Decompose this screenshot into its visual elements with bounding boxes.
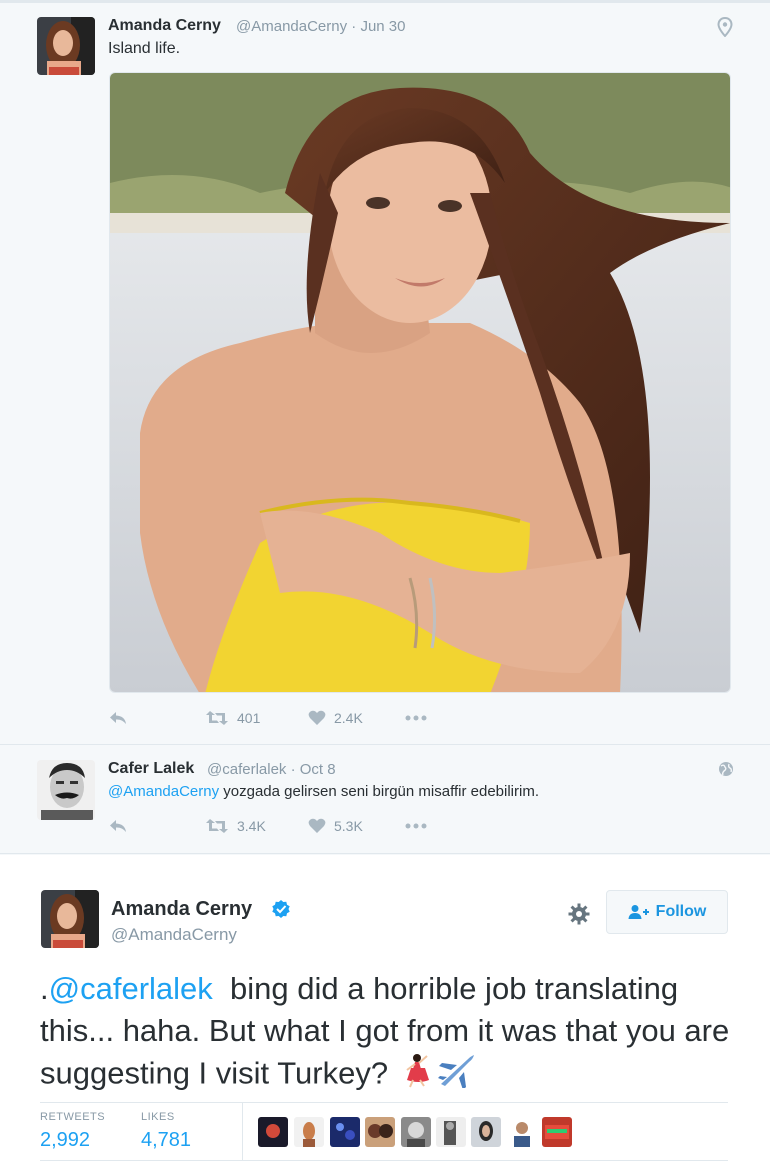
retweet-icon: [206, 711, 228, 725]
follow-person-icon: [628, 905, 649, 919]
location-pin-icon[interactable]: [717, 16, 733, 38]
tweet-cafer-reply[interactable]: Cafer Lalek @caferlalek · Oct 8 @AmandaC…: [0, 746, 770, 854]
liker-avatar[interactable]: [294, 1117, 324, 1147]
tweet-text-prefix: .: [40, 971, 49, 1006]
tweet-main-amanda[interactable]: Amanda Cerny @AmandaCerny Follow .@cafer…: [0, 855, 770, 1171]
mention-link[interactable]: @AmandaCerny: [108, 783, 219, 800]
stats-divider-vertical: [242, 1102, 243, 1160]
retweet-button[interactable]: 401: [205, 710, 260, 726]
stats-divider-top: [40, 1102, 728, 1103]
airplane-emoji-icon: [437, 1052, 477, 1099]
liker-avatar[interactable]: [542, 1117, 572, 1147]
like-button[interactable]: 5.3K: [308, 818, 363, 834]
reply-button[interactable]: [108, 710, 128, 726]
author-handle-date[interactable]: @AmandaCerny · Jun 30: [236, 18, 405, 35]
liker-avatar[interactable]: [401, 1117, 431, 1147]
retweet-icon: [206, 819, 228, 833]
heart-icon: [308, 818, 326, 833]
author-handle[interactable]: @AmandaCerny: [111, 925, 237, 945]
dancer-emoji-icon: [397, 1052, 433, 1099]
heart-icon: [308, 710, 326, 725]
follow-button[interactable]: Follow: [606, 890, 728, 934]
avatar[interactable]: [37, 760, 95, 820]
retweets-label: RETWEETS: [40, 1111, 106, 1123]
author-name[interactable]: Amanda Cerny: [111, 898, 252, 921]
verified-badge-icon: [271, 899, 291, 919]
retweet-count: 3.4K: [237, 818, 266, 834]
reply-icon: [110, 820, 126, 832]
liker-avatar[interactable]: [507, 1117, 537, 1147]
liker-avatar[interactable]: [330, 1117, 360, 1147]
reply-button[interactable]: [108, 818, 128, 834]
tweet-text-body: yozgada gelirsen seni birgün misaffir ed…: [219, 783, 539, 800]
liker-avatar[interactable]: [258, 1117, 288, 1147]
more-dots-icon: [405, 823, 427, 829]
reply-icon: [110, 712, 126, 724]
like-button[interactable]: 2.4K: [308, 710, 363, 726]
tweet-text: .@caferlalek bing did a horrible job tra…: [40, 968, 740, 1099]
liker-avatar[interactable]: [471, 1117, 501, 1147]
gear-icon[interactable]: [567, 902, 591, 926]
more-button[interactable]: [404, 710, 428, 726]
tweet-text: Island life.: [108, 40, 181, 57]
liker-avatar[interactable]: [436, 1117, 466, 1147]
like-count: 2.4K: [334, 710, 363, 726]
author-name[interactable]: Amanda Cerny: [108, 17, 221, 35]
more-button[interactable]: [404, 818, 428, 834]
follow-label: Follow: [655, 903, 707, 920]
tweet-amanda-island-life[interactable]: Amanda Cerny @AmandaCerny · Jun 30 Islan…: [0, 3, 770, 745]
retweet-button[interactable]: 3.4K: [205, 818, 266, 834]
more-dots-icon: [405, 715, 427, 721]
author-name[interactable]: Cafer Lalek: [108, 760, 194, 778]
likes-label: LIKES: [141, 1111, 175, 1123]
liker-avatar[interactable]: [365, 1117, 395, 1147]
tweet-text: @AmandaCerny yozgada gelirsen seni birgü…: [108, 783, 539, 800]
likes-count[interactable]: 4,781: [141, 1129, 191, 1152]
like-count: 5.3K: [334, 818, 363, 834]
tweet-photo[interactable]: [109, 72, 731, 693]
retweet-count: 401: [237, 710, 261, 726]
mention-link[interactable]: @caferlalek: [49, 971, 213, 1006]
retweets-count[interactable]: 2,992: [40, 1129, 90, 1152]
author-handle-date[interactable]: @caferlalek · Oct 8: [207, 761, 336, 778]
globe-icon[interactable]: [718, 761, 734, 777]
stats-divider-bottom: [40, 1160, 728, 1161]
avatar[interactable]: [41, 890, 99, 948]
avatar[interactable]: [37, 17, 95, 75]
